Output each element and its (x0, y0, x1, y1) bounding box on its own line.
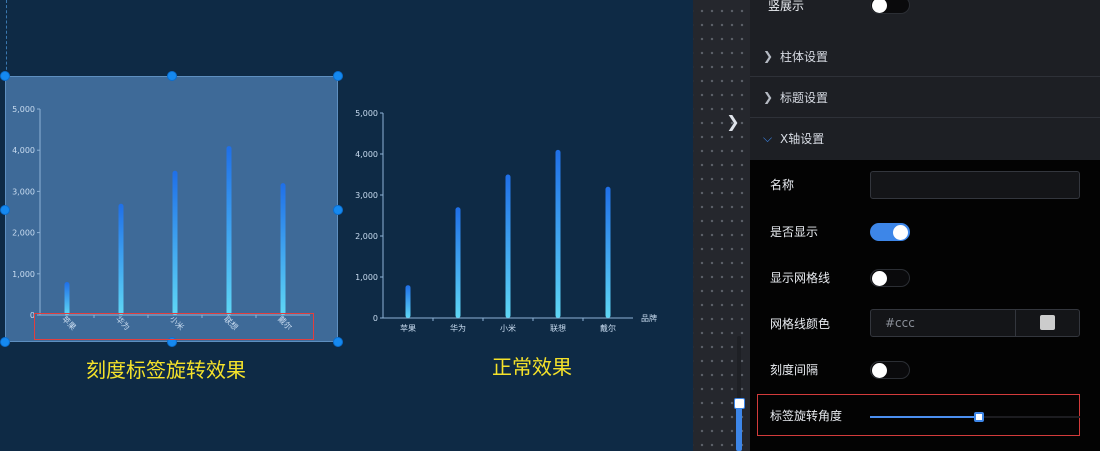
x-tick-label: 戴尔 (600, 323, 616, 333)
toggle-knob (872, 363, 887, 378)
x-tick-label: 联想 (550, 323, 566, 333)
label-rotation-slider-fill (870, 416, 980, 418)
chevron-right-icon: ❯ (763, 90, 774, 104)
chevron-right-icon[interactable]: ❯ (722, 110, 744, 134)
x-tick-label: 苹果 (400, 323, 416, 333)
caption-rotated-effect: 刻度标签旋转效果 (86, 358, 246, 382)
bar-chart-rotated-labels: 01,0002,0003,0004,0005,000苹果 华为 小米 联想 戴尔 (12, 105, 310, 332)
section-label: 柱体设置 (780, 50, 829, 64)
grid-color-label: 网格线颜色 (770, 317, 831, 331)
show-axis-toggle[interactable] (870, 223, 910, 241)
y-tick-label: 4,000 (355, 150, 378, 159)
tick-interval-label: 刻度间隔 (770, 363, 819, 377)
bar-苹果 (64, 282, 70, 315)
section-xaxis-settings[interactable]: ⌵ X轴设置 (750, 119, 1100, 160)
section-label: X轴设置 (780, 132, 825, 146)
x-axis-name: 品牌 (641, 313, 657, 323)
bar-小米 (505, 174, 511, 318)
label-rotation-slider-handle[interactable] (974, 412, 984, 422)
x-tick-label: 华为 (450, 323, 466, 333)
toggle-knob (872, 271, 887, 286)
rotated-labels-highlight (34, 313, 314, 340)
chevron-down-icon: ⌵ (763, 131, 773, 145)
bar-chart-normal-labels: 0 1,000 2,000 3,000 4,000 5,000 苹果 华为 小米 联想 戴尔 品牌 (355, 109, 657, 333)
show-grid-label: 显示网格线 (770, 271, 831, 285)
bar-华为 (118, 203, 124, 315)
bar-联想 (555, 149, 561, 318)
vertical-display-label: 竖展示 (768, 0, 805, 13)
grid-color-input[interactable]: #ccc (870, 309, 1016, 337)
y-tick-label: 4,000 (12, 146, 35, 155)
bar-戴尔 (280, 183, 286, 315)
y-tick-label: 5,000 (355, 109, 378, 118)
y-tick-label: 3,000 (12, 187, 35, 196)
name-label: 名称 (770, 178, 795, 192)
x-tick-label: 小米 (500, 323, 516, 333)
caption-normal-effect: 正常效果 (492, 355, 572, 379)
y-tick-label: 0 (373, 314, 378, 323)
name-input[interactable] (870, 171, 1080, 199)
section-bar-settings[interactable]: ❯ 柱体设置 (750, 37, 1100, 77)
alignment-guide (6, 0, 7, 80)
label-rotation-label: 标签旋转角度 (770, 409, 843, 423)
y-tick-label: 1,000 (12, 270, 35, 279)
y-tick-label: 2,000 (355, 232, 378, 241)
bar-华为 (455, 207, 461, 318)
bar-苹果 (405, 285, 411, 318)
panel-splitter[interactable] (693, 0, 750, 451)
vertical-display-toggle[interactable] (870, 0, 910, 14)
y-tick-label: 2,000 (12, 229, 35, 238)
design-canvas[interactable]: 0 1,000 2,000 3,000 4,000 5,000 苹果 华为 小米 联想 戴尔 0 1,… (0, 0, 693, 451)
zoom-scroll-thumb[interactable] (736, 406, 742, 451)
show-axis-label: 是否显示 (770, 225, 819, 239)
zoom-scroll-handle[interactable] (734, 398, 745, 409)
y-tick-label: 3,000 (355, 191, 378, 200)
bar-小米 (172, 170, 178, 315)
section-title-settings[interactable]: ❯ 标题设置 (750, 78, 1100, 118)
section-label: 标题设置 (780, 91, 829, 105)
toggle-knob (893, 225, 908, 240)
show-grid-toggle[interactable] (870, 269, 910, 287)
grid-color-value: #ccc (885, 316, 915, 330)
color-swatch (1040, 315, 1055, 330)
vertical-display-row: 竖展示 (750, 0, 1100, 37)
toggle-knob (872, 0, 887, 13)
bar-联想 (226, 146, 232, 315)
y-tick-label: 1,000 (355, 273, 378, 282)
tick-interval-toggle[interactable] (870, 361, 910, 379)
bar-戴尔 (605, 186, 611, 318)
chevron-right-icon: ❯ (763, 49, 774, 63)
y-tick-label: 5,000 (12, 105, 35, 114)
